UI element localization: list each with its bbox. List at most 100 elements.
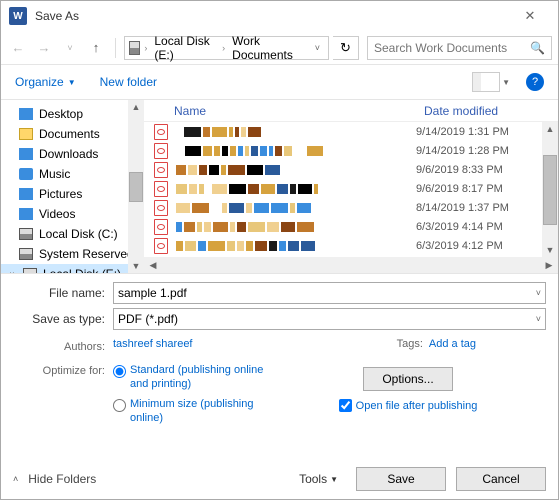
drive-icon bbox=[129, 41, 140, 55]
breadcrumb-folder[interactable]: Work Documents bbox=[229, 34, 307, 62]
up-button[interactable]: ↑ bbox=[85, 40, 107, 55]
pdf-icon bbox=[154, 143, 168, 159]
tree-item[interactable]: Documents bbox=[1, 124, 144, 144]
tools-button[interactable]: Tools▼ bbox=[299, 472, 338, 486]
column-name[interactable]: Name bbox=[174, 104, 424, 118]
pic-icon bbox=[19, 188, 33, 200]
file-name-redacted bbox=[176, 203, 416, 213]
organize-button[interactable]: Organize▼ bbox=[15, 75, 76, 89]
tree-item[interactable]: Local Disk (C:) bbox=[1, 224, 144, 244]
word-icon: W bbox=[9, 7, 27, 25]
new-folder-button[interactable]: New folder bbox=[100, 75, 157, 89]
file-list-pane: Name Date modified 9/14/2019 1:31 PM 9/14… bbox=[144, 100, 558, 273]
tree-item[interactable]: Music bbox=[1, 164, 144, 184]
filename-input[interactable]: sample 1.pdf˅ bbox=[113, 282, 546, 304]
desktop-icon bbox=[19, 108, 33, 120]
file-row[interactable]: 9/6/2019 8:33 PM bbox=[144, 160, 558, 179]
tree-item-label: Videos bbox=[39, 207, 75, 221]
pdf-icon bbox=[154, 219, 168, 235]
file-date: 9/6/2019 8:33 PM bbox=[416, 164, 503, 176]
file-date: 9/14/2019 1:28 PM bbox=[416, 145, 509, 157]
down-icon bbox=[19, 148, 33, 160]
title-bar: W Save As ✕ bbox=[1, 1, 558, 31]
file-vscroll[interactable]: ▲▼ bbox=[542, 122, 558, 257]
hide-folders-button[interactable]: Hide Folders bbox=[28, 472, 96, 486]
tree-item-label: System Reserved bbox=[39, 247, 134, 261]
tree-item[interactable]: Desktop bbox=[1, 104, 144, 124]
hide-folders-chevron[interactable]: ˄ bbox=[13, 474, 18, 484]
pdf-icon bbox=[154, 257, 168, 258]
tree-item-label: Local Disk (E:) bbox=[43, 267, 121, 273]
pdf-icon bbox=[154, 162, 168, 178]
save-button[interactable]: Save bbox=[356, 467, 446, 491]
drive-icon bbox=[23, 268, 37, 273]
file-date: 9/14/2019 1:31 PM bbox=[416, 126, 509, 138]
file-row[interactable]: 9/14/2019 1:28 PM bbox=[144, 141, 558, 160]
footer: ˄ Hide Folders Tools▼ Save Cancel bbox=[1, 459, 558, 499]
nav-row: ← → ˅ ↑ › Local Disk (E:) › Work Documen… bbox=[1, 31, 558, 65]
address-bar[interactable]: › Local Disk (E:) › Work Documents ˅ bbox=[124, 36, 329, 60]
column-date[interactable]: Date modified bbox=[424, 104, 558, 118]
folder-tree[interactable]: Desktop Documents Downloads Music Pictures Vi… bbox=[1, 100, 144, 273]
back-button[interactable]: ← bbox=[7, 40, 29, 55]
search-box[interactable]: 🔍 bbox=[367, 36, 552, 60]
drive-icon bbox=[19, 248, 33, 260]
close-button[interactable]: ✕ bbox=[510, 8, 550, 24]
view-dropdown[interactable]: ▼ bbox=[502, 78, 510, 87]
breadcrumb-drive[interactable]: Local Disk (E:) bbox=[151, 34, 218, 62]
view-button[interactable] bbox=[472, 72, 500, 92]
optimize-minimum[interactable]: Minimum size (publishing online) bbox=[113, 397, 270, 425]
authors-label: Authors: bbox=[13, 338, 113, 353]
file-date: 8/14/2019 1:37 PM bbox=[416, 202, 509, 214]
file-row[interactable]: 9/14/2019 1:31 PM bbox=[144, 122, 558, 141]
tree-scrollbar[interactable]: ▲▼ bbox=[128, 100, 144, 273]
savetype-label: Save as type: bbox=[13, 312, 113, 326]
open-after-checkbox[interactable] bbox=[339, 399, 352, 412]
file-name-redacted bbox=[176, 184, 416, 194]
open-after-check[interactable]: Open file after publishing bbox=[339, 399, 478, 412]
tree-item-label: Pictures bbox=[39, 187, 82, 201]
tags-label: Tags: bbox=[397, 338, 423, 350]
search-input[interactable] bbox=[374, 41, 530, 55]
optimize-label: Optimize for: bbox=[13, 363, 113, 431]
tags-value[interactable]: Add a tag bbox=[429, 338, 476, 350]
tree-item-label: Local Disk (C:) bbox=[39, 227, 118, 241]
file-name-redacted bbox=[176, 222, 416, 232]
music-icon bbox=[19, 168, 33, 180]
drive-icon bbox=[19, 228, 33, 240]
file-row[interactable]: 8/14/2019 1:37 PM bbox=[144, 198, 558, 217]
file-name-redacted bbox=[176, 165, 416, 175]
tree-item[interactable]: Videos bbox=[1, 204, 144, 224]
filename-label: File name: bbox=[13, 286, 113, 300]
tree-item-label: Desktop bbox=[39, 107, 83, 121]
file-hscroll[interactable]: ◀▶ bbox=[144, 257, 558, 273]
tree-item-label: Downloads bbox=[39, 147, 98, 161]
authors-value[interactable]: tashreef shareef bbox=[113, 338, 193, 350]
help-button[interactable]: ? bbox=[526, 73, 544, 91]
search-icon[interactable]: 🔍 bbox=[530, 41, 545, 55]
file-row[interactable]: 9/6/2019 8:17 PM bbox=[144, 179, 558, 198]
recent-dropdown[interactable]: ˅ bbox=[59, 43, 81, 53]
cancel-button[interactable]: Cancel bbox=[456, 467, 546, 491]
optimize-minimum-radio[interactable] bbox=[113, 399, 126, 412]
options-button[interactable]: Options... bbox=[363, 367, 453, 391]
savetype-select[interactable]: PDF (*.pdf)˅ bbox=[113, 308, 546, 330]
toolbar: Organize▼ New folder ▼ ? bbox=[1, 65, 558, 99]
file-date: 6/3/2019 4:14 PM bbox=[416, 221, 503, 233]
optimize-standard[interactable]: Standard (publishing online and printing… bbox=[113, 363, 270, 391]
file-date: 6/3/2019 4:12 PM bbox=[416, 240, 503, 252]
optimize-standard-radio[interactable] bbox=[113, 365, 126, 378]
file-row[interactable]: 6/3/2019 4:14 PM bbox=[144, 217, 558, 236]
refresh-button[interactable]: ↻ bbox=[333, 36, 359, 60]
tree-item[interactable]: ˅Local Disk (E:) bbox=[1, 264, 144, 273]
tree-item[interactable]: Pictures bbox=[1, 184, 144, 204]
tree-item-label: Music bbox=[39, 167, 70, 181]
address-dropdown[interactable]: ˅ bbox=[315, 43, 320, 53]
file-list-header[interactable]: Name Date modified bbox=[144, 100, 558, 122]
tree-item[interactable]: System Reserved bbox=[1, 244, 144, 264]
tree-item[interactable]: Downloads bbox=[1, 144, 144, 164]
pdf-icon bbox=[154, 238, 168, 254]
pdf-icon bbox=[154, 124, 168, 140]
forward-button[interactable]: → bbox=[33, 40, 55, 55]
file-row[interactable]: 6/3/2019 4:12 PM bbox=[144, 236, 558, 255]
